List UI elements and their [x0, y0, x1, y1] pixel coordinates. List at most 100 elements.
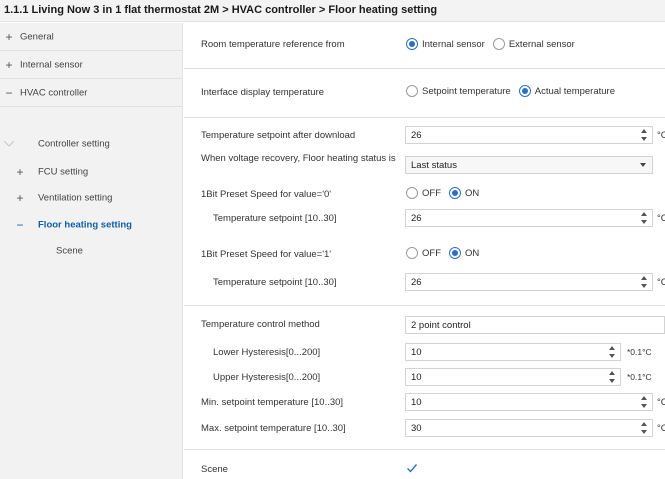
radio-selected-icon[interactable] — [406, 38, 418, 50]
sidebar-item-label: Ventilation setting — [38, 192, 113, 204]
radio-selected-icon[interactable] — [449, 187, 461, 199]
upper-hysteresis-row: Upper Hysteresis[0...200] 10 *0.1°C — [184, 366, 665, 388]
unit-label: °C — [657, 277, 665, 288]
setpoint-after-download-row: Temperature setpoint after download 26 °… — [184, 124, 665, 146]
field-value: 26 — [411, 130, 422, 141]
voltage-recovery-row: When voltage recovery, Floor heating sta… — [184, 151, 665, 179]
preset0-options: OFF ON — [406, 187, 487, 199]
spinner-icon[interactable] — [641, 276, 647, 288]
preset1-on-radio[interactable]: ON — [449, 247, 479, 259]
setpoint-after-download-input[interactable]: 26 — [405, 126, 653, 144]
control-method-field[interactable]: 2 point control — [405, 316, 665, 334]
radio-unselected-icon[interactable] — [406, 85, 418, 97]
field-value: 10 — [411, 347, 422, 358]
sidebar: + General + Internal sensor − HVAC contr… — [0, 23, 183, 479]
sidebar-item-label: General — [20, 31, 54, 42]
preset0-setpoint-input[interactable]: 26 — [405, 209, 653, 227]
sidebar-item-floor-heating-setting[interactable]: − Floor heating setting — [0, 211, 183, 239]
voltage-recovery-label: When voltage recovery, Floor heating sta… — [201, 153, 396, 164]
checkmark-icon[interactable] — [406, 462, 418, 474]
unit-label: °C — [657, 423, 665, 434]
actual-temperature-radio[interactable]: Actual temperature — [518, 85, 615, 97]
divider — [184, 449, 665, 450]
unit-label: °C — [657, 397, 665, 408]
collapse-icon[interactable]: − — [14, 218, 26, 232]
expand-icon[interactable]: + — [14, 191, 26, 205]
preset0-row: 1Bit Preset Speed for value='0' OFF ON — [184, 183, 665, 205]
sidebar-item-ventilation-setting[interactable]: + Ventilation setting — [0, 184, 183, 212]
field-value: 26 — [411, 277, 422, 288]
collapse-icon[interactable]: − — [3, 86, 15, 100]
min-setpoint-label: Min. setpoint temperature [10..30] — [201, 397, 344, 408]
expand-icon[interactable]: + — [3, 30, 15, 44]
lower-hysteresis-row: Lower Hysteresis[0...200] 10 *0.1°C — [184, 341, 665, 363]
radio-selected-icon[interactable] — [518, 85, 531, 97]
control-method-label: Temperature control method — [201, 319, 320, 330]
field-value: 30 — [411, 423, 422, 434]
sidebar-item-internal-sensor[interactable]: + Internal sensor — [0, 51, 183, 79]
radio-label: Setpoint temperature — [422, 85, 511, 97]
external-sensor-radio[interactable]: External sensor — [492, 38, 575, 50]
preset1-setpoint-input[interactable]: 26 — [405, 273, 653, 291]
sidebar-item-label: FCU setting — [38, 166, 89, 178]
spinner-icon[interactable] — [609, 346, 615, 358]
upper-hysteresis-input[interactable]: 10 — [405, 368, 621, 386]
divider — [184, 117, 665, 118]
preset1-setpoint-row: Temperature setpoint [10..30] 26 °C — [184, 271, 665, 293]
field-value: 10 — [411, 397, 422, 408]
voltage-recovery-select[interactable]: Last status — [405, 156, 653, 174]
sidebar-item-label: Floor heating setting — [38, 219, 132, 231]
radio-label: External sensor — [508, 38, 575, 50]
lower-hysteresis-input[interactable]: 10 — [405, 343, 621, 361]
window-title: 1.1.1 Living Now 3 in 1 flat thermostat … — [4, 4, 438, 16]
preset0-setpoint-row: Temperature setpoint [10..30] 26 °C — [184, 207, 665, 229]
scene-label: Scene — [201, 464, 228, 475]
max-setpoint-input[interactable]: 30 — [405, 419, 653, 437]
preset0-off-radio[interactable]: OFF — [406, 187, 441, 199]
radio-unselected-icon[interactable] — [406, 187, 418, 199]
radio-label: Internal sensor — [422, 38, 485, 50]
expand-icon[interactable]: + — [3, 58, 15, 72]
settings-panel: Room temperature reference from Internal… — [184, 23, 665, 479]
radio-unselected-icon[interactable] — [406, 247, 418, 259]
chevron-down-icon[interactable] — [640, 163, 646, 167]
setpoint-temperature-radio[interactable]: Setpoint temperature — [406, 85, 511, 97]
radio-selected-icon[interactable] — [449, 247, 461, 259]
radio-label: Actual temperature — [534, 85, 615, 97]
room-reference-row: Room temperature reference from Internal… — [184, 31, 665, 59]
unit-label: °C — [657, 130, 665, 141]
spinner-icon[interactable] — [641, 396, 647, 408]
unit-label: *0.1°C — [627, 372, 652, 382]
divider — [184, 68, 665, 69]
display-temperature-label: Interface display temperature — [201, 87, 325, 98]
radio-unselected-icon[interactable] — [492, 38, 505, 50]
sidebar-item-hvac-controller[interactable]: − HVAC controller — [0, 79, 183, 107]
min-setpoint-input[interactable]: 10 — [405, 393, 653, 411]
room-reference-options: Internal sensor External sensor — [406, 38, 583, 50]
internal-sensor-radio[interactable]: Internal sensor — [406, 38, 485, 50]
unit-label: *0.1°C — [627, 347, 652, 357]
expand-icon[interactable]: + — [14, 165, 26, 179]
preset0-label: 1Bit Preset Speed for value='0' — [201, 189, 332, 200]
spinner-icon[interactable] — [641, 129, 647, 141]
spinner-icon[interactable] — [609, 371, 615, 383]
max-setpoint-label: Max. setpoint temperature [10..30] — [201, 423, 346, 434]
spinner-icon[interactable] — [641, 212, 647, 224]
preset1-options: OFF ON — [406, 247, 487, 259]
preset1-off-radio[interactable]: OFF — [406, 247, 441, 259]
sidebar-item-controller-setting[interactable]: Controller setting — [0, 130, 183, 158]
preset1-label: 1Bit Preset Speed for value='1' — [201, 249, 332, 260]
preset0-setpoint-label: Temperature setpoint [10..30] — [213, 213, 337, 224]
spinner-icon[interactable] — [641, 422, 647, 434]
sidebar-item-fcu-setting[interactable]: + FCU setting — [0, 158, 183, 186]
preset0-on-radio[interactable]: ON — [449, 187, 479, 199]
lower-hysteresis-label: Lower Hysteresis[0...200] — [213, 347, 321, 358]
room-reference-label: Room temperature reference from — [201, 39, 345, 50]
field-value: 10 — [411, 372, 422, 383]
radio-label: OFF — [422, 247, 441, 259]
sidebar-item-label: Internal sensor — [20, 59, 83, 70]
upper-hysteresis-label: Upper Hysteresis[0...200] — [213, 372, 321, 383]
sidebar-item-scene[interactable]: Scene — [0, 237, 183, 265]
min-setpoint-row: Min. setpoint temperature [10..30] 10 °C — [184, 391, 665, 413]
sidebar-item-general[interactable]: + General — [0, 23, 183, 51]
